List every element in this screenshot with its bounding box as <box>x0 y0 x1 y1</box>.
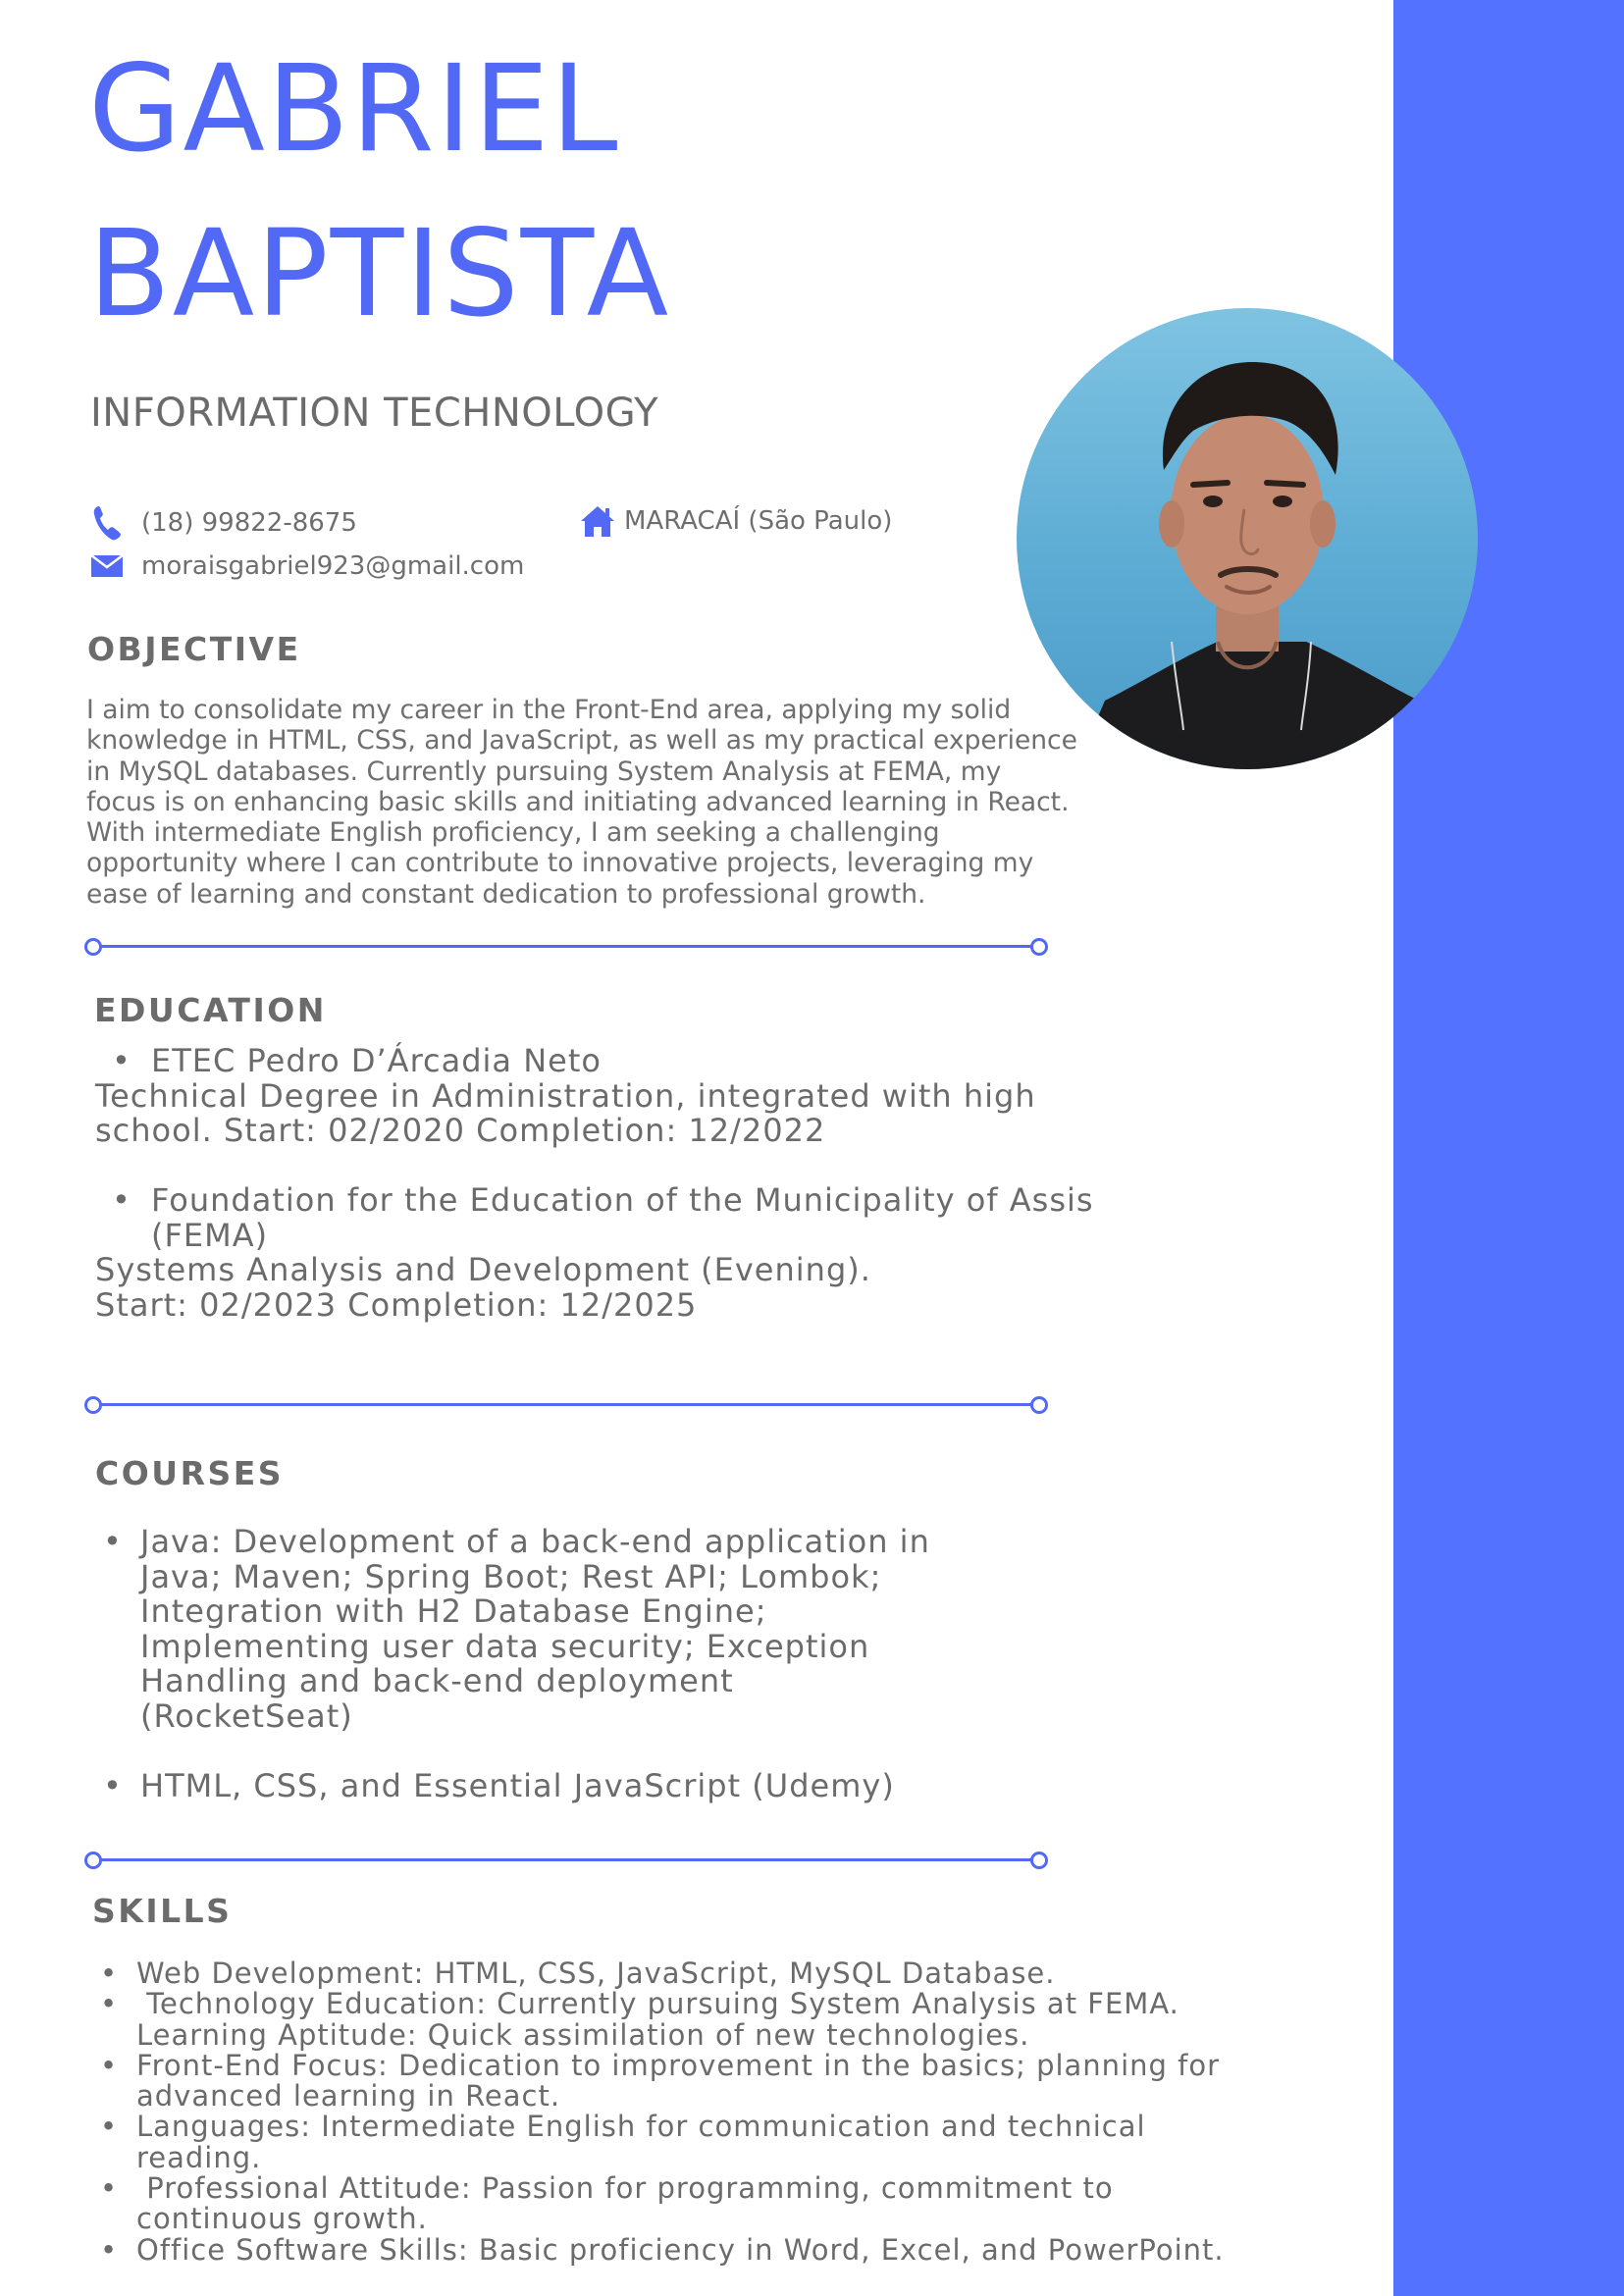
objective-text: I aim to consolidate my career in the Fr… <box>86 695 1126 910</box>
course-line: (RocketSeat) <box>140 1696 353 1735</box>
course-line: Integration with H2 Database Engine; <box>140 1592 767 1630</box>
skill-item: Languages: Intermediate English for comm… <box>94 2112 1360 2173</box>
contact-email[interactable]: moraisgabriel923@gmail.com <box>88 548 524 585</box>
location-text: MARACAÍ (São Paulo) <box>624 506 893 536</box>
email-icon <box>88 548 126 585</box>
education-entry: Foundation for the Education of the Muni… <box>95 1181 1224 1324</box>
school-name: ETEC Pedro D’Árcadia Neto <box>95 1042 1224 1079</box>
phone-number: (18) 99822-8675 <box>141 508 357 538</box>
course-item: HTML, CSS, and Essential JavaScript (Ude… <box>95 1767 1057 1804</box>
skill-line: Web Development: HTML, CSS, JavaScript, … <box>136 1957 1056 1990</box>
skill-item: Front-End Focus: Dedication to improveme… <box>94 2048 1360 2113</box>
school-name: Foundation for the Education of the Muni… <box>95 1181 1224 1254</box>
phone-icon <box>88 504 126 542</box>
skill-line: Learning Aptitude: Quick assimilation of… <box>136 2017 1030 2052</box>
section-divider <box>84 1396 1048 1414</box>
first-name: GABRIEL <box>88 39 620 179</box>
courses-heading: COURSES <box>95 1454 285 1492</box>
skill-line: advanced learning in React. <box>136 2079 561 2113</box>
objective-heading: OBJECTIVE <box>87 630 301 668</box>
skill-line: continuous growth. <box>136 2202 428 2236</box>
education-heading: EDUCATION <box>94 991 327 1029</box>
skill-item: Web Development: HTML, CSS, JavaScript, … <box>94 1957 1360 1990</box>
skill-line: Professional Attitude: Passion for progr… <box>136 2171 1114 2206</box>
course-line: Java: Development of a back-end applicat… <box>140 1523 930 1560</box>
school-name-line: ETEC Pedro D’Árcadia Neto <box>151 1042 602 1079</box>
sidebar-accent-panel <box>1393 0 1624 2296</box>
education-entry: ETEC Pedro D’Árcadia Neto Technical Degr… <box>95 1042 1224 1149</box>
section-divider <box>84 1852 1048 1869</box>
objective-line: focus is on enhancing basic skills and i… <box>86 786 1070 817</box>
objective-line: opportunity where I can contribute to in… <box>86 848 1034 879</box>
last-name: BAPTISTA <box>88 204 671 343</box>
job-title: INFORMATION TECHNOLOGY <box>90 391 659 436</box>
objective-line: With intermediate English proficiency, I… <box>86 817 940 849</box>
skills-heading: SKILLS <box>92 1892 233 1930</box>
courses-list: Java: Development of a back-end applicat… <box>95 1523 1057 1840</box>
skills-list: Web Development: HTML, CSS, JavaScript, … <box>94 1957 1360 2267</box>
education-detail: school. Start: 02/2020 Completion: 12/20… <box>95 1112 826 1149</box>
email-address: moraisgabriel923@gmail.com <box>141 551 525 581</box>
skill-line: Technology Education: Currently pursuing… <box>136 1987 1179 2021</box>
home-icon <box>579 502 616 540</box>
contact-location: MARACAÍ (São Paulo) <box>579 502 892 540</box>
section-divider <box>84 938 1048 956</box>
course-item: Java: Development of a back-end applicat… <box>95 1523 1057 1735</box>
objective-line: knowledge in HTML, CSS, and JavaScript, … <box>86 725 1077 757</box>
objective-line: ease of learning and constant dedication… <box>86 878 926 910</box>
skill-item: Technology Education: Currently pursuing… <box>94 1987 1360 2052</box>
course-line: HTML, CSS, and Essential JavaScript (Ude… <box>140 1767 895 1804</box>
objective-line: in MySQL databases. Currently pursuing S… <box>86 756 1002 787</box>
education-detail: Start: 02/2023 Completion: 12/2025 <box>95 1285 698 1324</box>
objective-line: I aim to consolidate my career in the Fr… <box>86 695 1012 725</box>
skill-line: Front-End Focus: Dedication to improveme… <box>136 2048 1221 2082</box>
education-detail: Technical Degree in Administration, inte… <box>95 1076 1036 1115</box>
course-line: Implementing user data security; Excepti… <box>140 1627 870 1665</box>
skill-item: Professional Attitude: Passion for progr… <box>94 2171 1360 2236</box>
course-line: Java; Maven; Spring Boot; Rest API; Lomb… <box>140 1557 882 1595</box>
course-line: Handling and back-end deployment <box>140 1662 734 1699</box>
skill-item: Office Software Skills: Basic proficienc… <box>94 2232 1360 2267</box>
skill-line: Office Software Skills: Basic proficienc… <box>136 2232 1225 2267</box>
skill-line: reading. <box>136 2140 262 2174</box>
contact-phone[interactable]: (18) 99822-8675 <box>88 504 357 542</box>
school-name-line: Foundation for the Education of the Muni… <box>151 1181 1094 1219</box>
education-detail: Systems Analysis and Development (Evenin… <box>95 1251 871 1288</box>
school-name-line: (FEMA) <box>151 1216 269 1254</box>
skill-line: Languages: Intermediate English for comm… <box>136 2110 1146 2144</box>
